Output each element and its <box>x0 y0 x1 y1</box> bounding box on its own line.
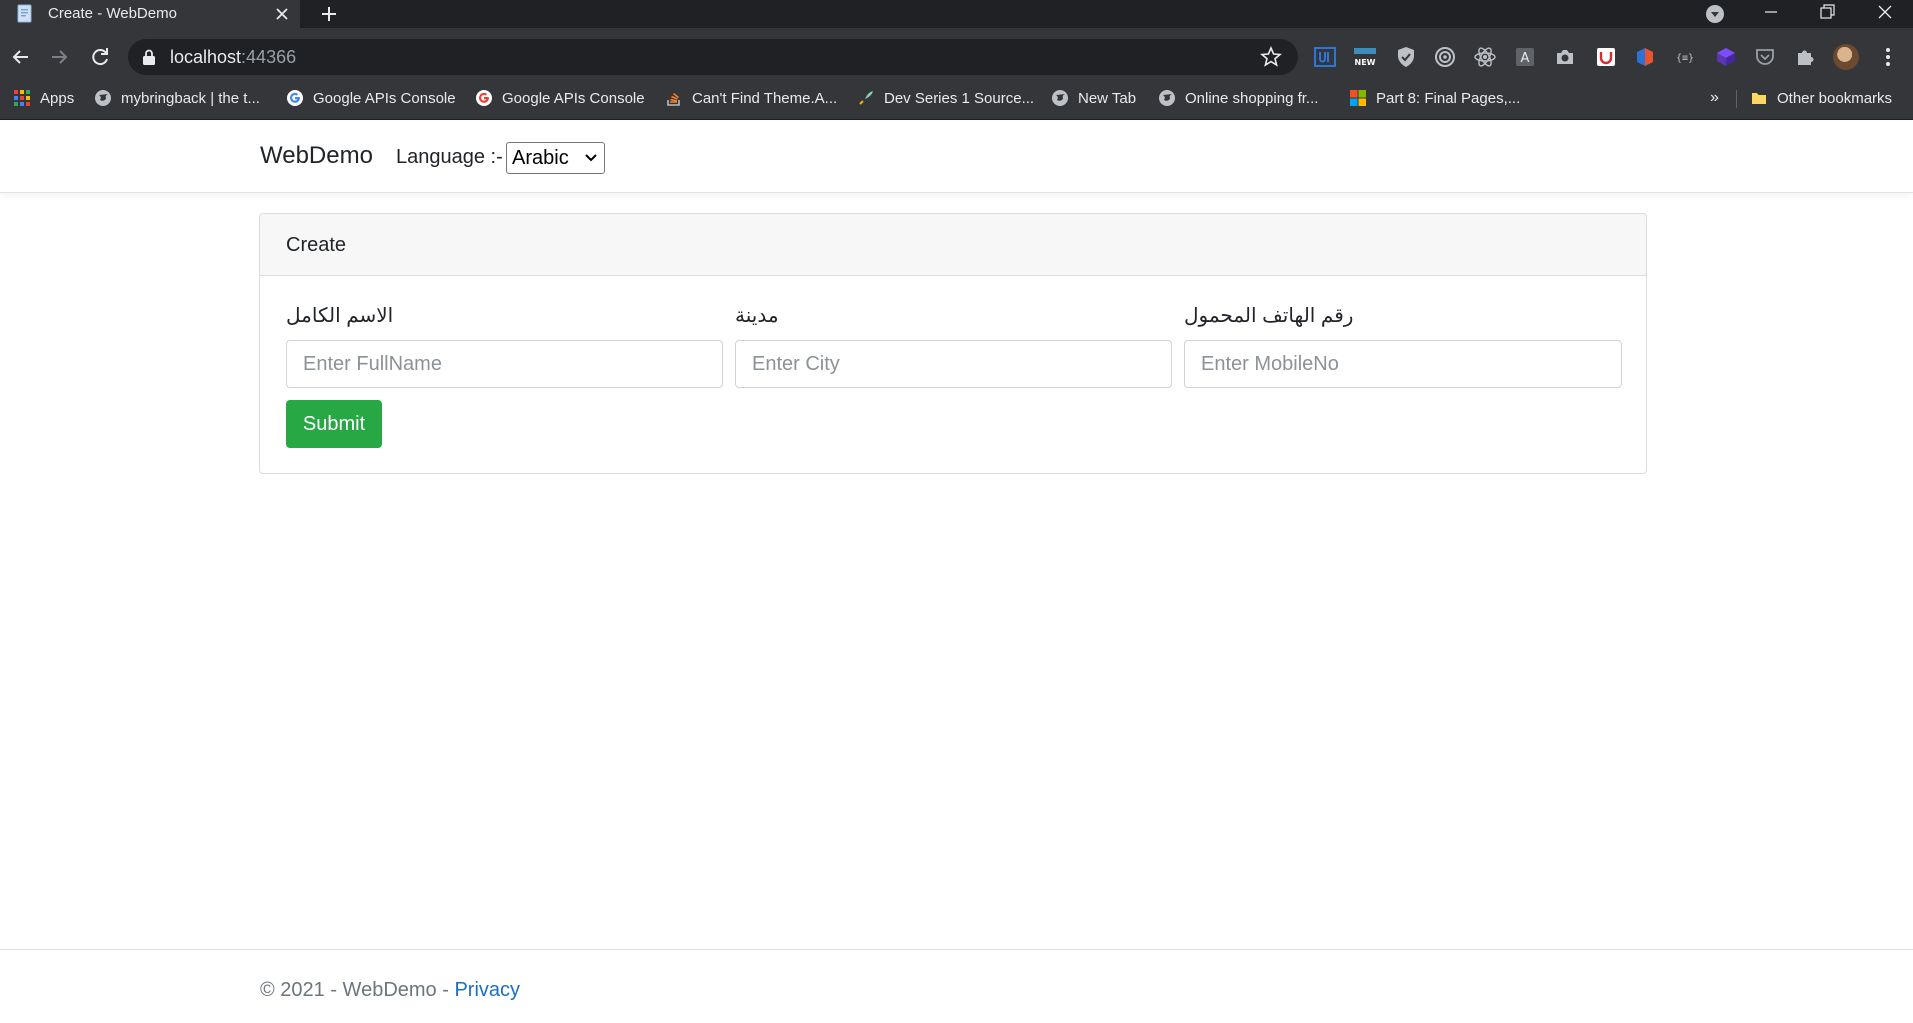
bookmark-google-apis-2[interactable]: Google APIs Console <box>475 82 645 114</box>
target-icon[interactable] <box>1433 45 1457 69</box>
globe-icon <box>1052 90 1068 106</box>
mobile-label: رقم الهاتف المحمول <box>1184 305 1354 327</box>
bookmark-dev-series[interactable]: Dev Series 1 Source... <box>857 82 1034 114</box>
microsoft-icon <box>1350 90 1366 106</box>
site-navbar: WebDemo Language :- Arabic <box>0 121 1913 193</box>
browser-toolbar: localhost:44366 NEW A {≡} <box>0 28 1913 100</box>
tab-title: Create - WebDemo <box>48 5 177 22</box>
cube-extension-icon[interactable] <box>1714 45 1738 69</box>
fullname-label: الاسم الكامل <box>286 305 394 327</box>
bookmarks-overflow-button[interactable]: » <box>1710 82 1719 114</box>
svg-text:{≡}: {≡} <box>1676 53 1694 64</box>
language-selected-value: Arabic <box>512 147 569 169</box>
globe-icon <box>1159 90 1175 106</box>
tab-search-icon[interactable] <box>1703 2 1727 26</box>
mobile-input[interactable] <box>1184 340 1622 388</box>
stackoverflow-icon <box>667 92 680 106</box>
shield-icon[interactable] <box>1394 45 1418 69</box>
bookmark-stackoverflow[interactable]: Can't Find Theme.A... <box>665 82 837 114</box>
city-label: مدينة <box>735 305 779 327</box>
city-input[interactable] <box>735 340 1172 388</box>
site-footer: © 2021 - WebDemo - Privacy <box>0 949 1913 1023</box>
bookmark-mybringback[interactable]: mybringback | the t... <box>94 82 260 114</box>
bookmark-new-tab[interactable]: New Tab <box>1051 82 1136 114</box>
globe-icon <box>95 90 111 106</box>
bookmark-part-8[interactable]: Part 8: Final Pages,... <box>1349 82 1520 114</box>
browser-tab-strip: Create - WebDemo <box>0 0 1913 28</box>
card-header: Create <box>260 214 1646 276</box>
ui-extension-icon[interactable] <box>1313 45 1337 69</box>
google-icon <box>287 90 303 106</box>
bookmark-apps[interactable]: Apps <box>13 82 74 114</box>
privacy-link[interactable]: Privacy <box>454 979 520 1001</box>
url-text: localhost:44366 <box>170 47 297 67</box>
svg-text:A: A <box>1521 51 1530 66</box>
window-close-icon[interactable] <box>1857 0 1913 28</box>
brand-link[interactable]: WebDemo <box>260 142 373 170</box>
language-select[interactable]: Arabic <box>506 142 605 174</box>
rocket-icon <box>859 91 873 105</box>
fullname-input[interactable] <box>286 340 723 388</box>
google-icon <box>476 90 492 106</box>
bookmarks-bar: Apps mybringback | the t... Google APIs … <box>0 82 1913 120</box>
apps-grid-icon <box>14 90 30 106</box>
new-extension-icon[interactable]: NEW <box>1353 45 1377 69</box>
back-arrow-icon[interactable] <box>6 42 36 72</box>
browser-tab[interactable]: Create - WebDemo <box>0 0 300 28</box>
submit-button[interactable]: Submit <box>286 400 382 448</box>
footer-text: © 2021 - WebDemo - Privacy <box>260 979 520 1002</box>
card-title: Create <box>286 234 347 256</box>
folder-icon <box>1752 93 1766 104</box>
bookmark-star-icon[interactable] <box>1260 46 1282 68</box>
camera-icon[interactable] <box>1553 45 1577 69</box>
reload-icon[interactable] <box>85 42 115 72</box>
pocket-save-icon[interactable] <box>1594 45 1618 69</box>
extensions-puzzle-icon[interactable] <box>1793 45 1817 69</box>
forward-arrow-icon[interactable] <box>44 42 74 72</box>
copyright-text: © 2021 - WebDemo - <box>260 979 455 1001</box>
language-label: Language :- <box>396 146 503 168</box>
svg-text:NEW: NEW <box>1355 58 1376 67</box>
lock-icon[interactable] <box>142 49 156 65</box>
react-icon[interactable] <box>1473 45 1497 69</box>
bookmark-online-shopping[interactable]: Online shopping fr... <box>1158 82 1318 114</box>
profile-avatar[interactable] <box>1833 44 1859 70</box>
chevron-down-icon <box>585 154 597 162</box>
minimize-icon[interactable] <box>1743 0 1799 28</box>
restore-icon[interactable] <box>1799 0 1855 28</box>
bookmarks-divider <box>1736 90 1737 108</box>
json-formatter-icon[interactable]: {≡} <box>1673 45 1697 69</box>
address-bar[interactable]: localhost:44366 <box>128 39 1298 75</box>
bookmark-google-apis-1[interactable]: Google APIs Console <box>286 82 456 114</box>
page-icon <box>17 4 32 23</box>
figma-like-icon[interactable] <box>1633 45 1657 69</box>
create-card: Create الاسم الكامل مدينة رقم الهاتف الم… <box>259 213 1647 474</box>
pocket-icon[interactable] <box>1753 45 1777 69</box>
close-icon[interactable] <box>272 4 292 24</box>
font-extension-icon[interactable]: A <box>1513 45 1537 69</box>
bookmark-other-bookmarks[interactable]: Other bookmarks <box>1750 82 1892 114</box>
kebab-menu-icon[interactable] <box>1876 45 1900 69</box>
plus-icon[interactable] <box>316 2 342 26</box>
